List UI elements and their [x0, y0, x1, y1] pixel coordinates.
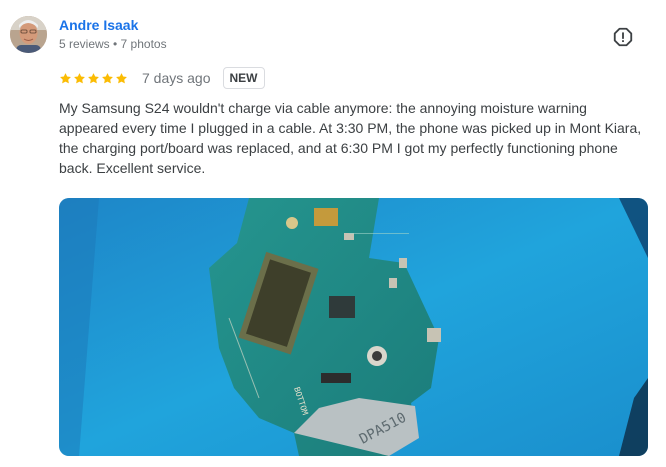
review-text: My Samsung S24 wouldn't charge via cable… — [59, 100, 642, 176]
star-icon — [88, 72, 99, 83]
review-photo[interactable]: DPA510 BOTTOM — [59, 198, 648, 456]
avatar[interactable] — [10, 16, 47, 53]
report-button[interactable] — [612, 26, 634, 48]
rating-row: 7 days ago NEW — [59, 67, 265, 89]
author-name[interactable]: Andre Isaak — [59, 17, 138, 33]
star-rating — [59, 72, 128, 85]
star-icon — [74, 72, 85, 83]
review-date: 7 days ago — [142, 70, 211, 86]
star-icon — [102, 72, 113, 83]
star-icon — [116, 72, 127, 83]
new-badge: NEW — [222, 67, 265, 89]
author-meta: 5 reviews • 7 photos — [59, 37, 167, 51]
report-icon — [613, 27, 633, 47]
star-icon — [60, 72, 71, 83]
